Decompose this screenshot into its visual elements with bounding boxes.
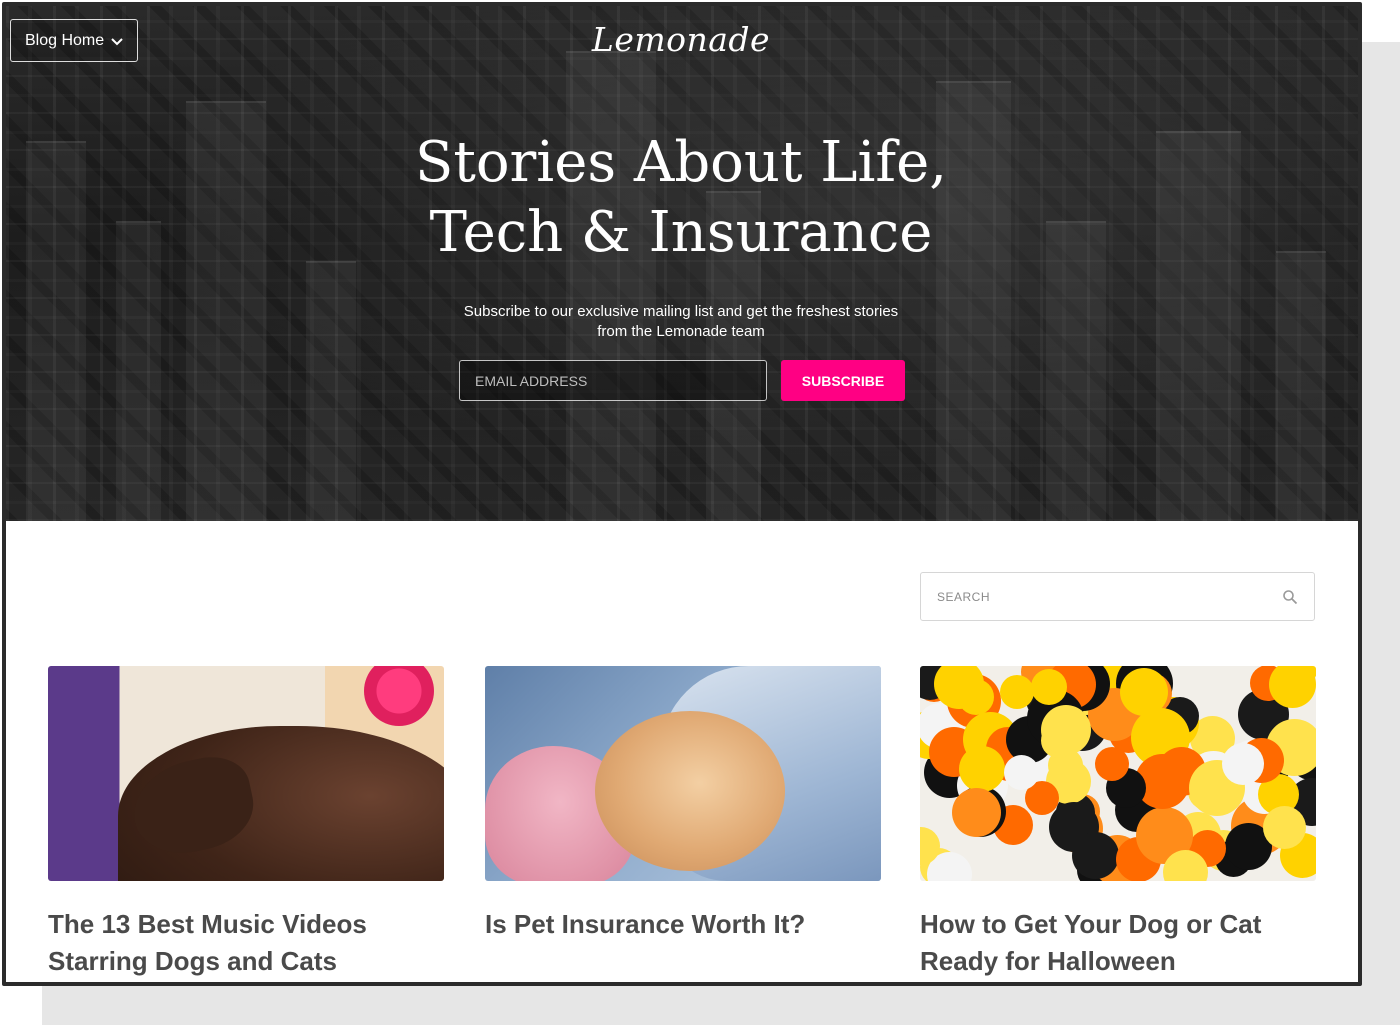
hero-subtitle-line1: Subscribe to our exclusive mailing list … (463, 303, 899, 320)
chevron-down-icon (111, 37, 123, 45)
post-thumbnail-dog-music[interactable] (48, 666, 444, 881)
lemonade-logo[interactable]: Lemonade (566, 20, 796, 59)
post-card[interactable]: The 13 Best Music Videos Starring Dogs a… (48, 666, 444, 980)
hero-banner: Blog Home Lemonade Stories About Life, T… (6, 6, 1358, 521)
hero-title: Stories About Life, Tech & Insurance (306, 128, 1056, 268)
post-title[interactable]: How to Get Your Dog or Cat Ready for Hal… (920, 906, 1316, 980)
hero-subtitle: Subscribe to our exclusive mailing list … (426, 302, 936, 342)
browser-frame: Blog Home Lemonade Stories About Life, T… (2, 2, 1362, 986)
hero-subtitle-line2: from the Lemonade team (597, 323, 765, 340)
search-input[interactable]: SEARCH (920, 572, 1315, 621)
search-icon[interactable] (1282, 589, 1298, 605)
subscribe-button[interactable]: SUBSCRIBE (781, 360, 905, 401)
email-placeholder: EMAIL ADDRESS (475, 372, 588, 389)
post-title[interactable]: The 13 Best Music Videos Starring Dogs a… (48, 906, 444, 980)
blog-home-label: Blog Home (25, 31, 105, 49)
post-thumbnail-puppy[interactable] (485, 666, 881, 881)
post-card[interactable]: How to Get Your Dog or Cat Ready for Hal… (920, 666, 1316, 980)
hero-title-line1: Stories About Life, (414, 130, 948, 195)
post-title[interactable]: Is Pet Insurance Worth It? (485, 906, 881, 943)
post-card[interactable]: Is Pet Insurance Worth It? (485, 666, 881, 943)
search-placeholder: SEARCH (937, 589, 991, 604)
hero-title-line2: Tech & Insurance (429, 200, 933, 265)
email-field[interactable]: EMAIL ADDRESS (459, 360, 767, 401)
post-thumbnail-confetti[interactable] (920, 666, 1316, 881)
blog-home-dropdown[interactable]: Blog Home (10, 19, 138, 62)
